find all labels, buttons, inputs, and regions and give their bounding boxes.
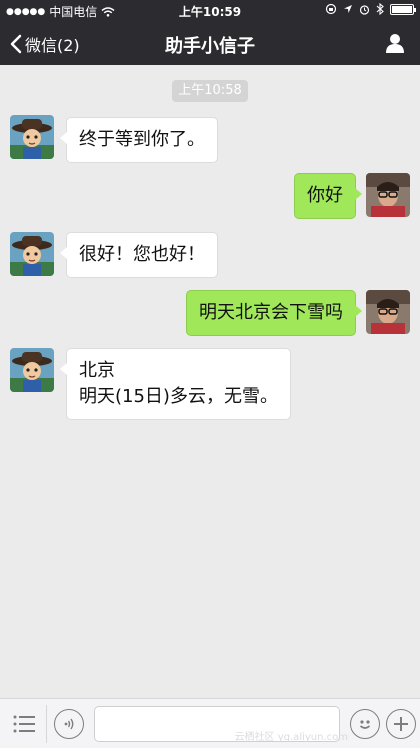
status-bar: ●●●●● 中国电信 上午10:59 <box>0 0 420 22</box>
list-menu-icon <box>13 715 35 733</box>
orientation-lock-icon <box>325 3 337 15</box>
divider <box>46 705 47 743</box>
bot-avatar[interactable] <box>10 348 54 392</box>
my-avatar[interactable] <box>366 290 410 334</box>
my-avatar[interactable] <box>366 173 410 217</box>
navigation-bar: 微信(2) 助手小信子 <box>0 22 420 65</box>
add-attachment-button[interactable] <box>386 709 416 739</box>
bluetooth-icon <box>376 3 384 15</box>
plus-icon <box>394 717 408 731</box>
menu-toggle-button[interactable] <box>12 713 36 735</box>
page-title: 助手小信子 <box>165 36 255 57</box>
emoji-icon <box>359 720 371 729</box>
input-bar <box>0 698 420 748</box>
outgoing-message-bubble[interactable]: 你好 <box>294 173 362 219</box>
incoming-message-bubble[interactable]: 终于等到你了。 <box>60 117 218 163</box>
bot-avatar[interactable] <box>10 115 54 159</box>
message-timestamp: 上午10:58 <box>172 80 248 102</box>
watermark-text: 云栖社区 yq.aliyun.com <box>234 732 348 743</box>
person-icon <box>386 34 404 53</box>
emoji-button[interactable] <box>350 709 380 739</box>
message-text: 很好！您也好！ <box>79 244 205 265</box>
chat-profile-button[interactable] <box>384 32 406 54</box>
chat-area[interactable]: 上午10:58 终于等到你了。 你好 很好！您也好！ 明天北京会下雪吗 北京 明… <box>0 65 420 698</box>
bot-avatar[interactable] <box>10 232 54 276</box>
incoming-message-bubble[interactable]: 很好！您也好！ <box>60 232 218 278</box>
message-text-line: 北京 <box>79 360 115 381</box>
voice-icon <box>64 718 74 730</box>
battery-icon <box>390 3 416 15</box>
location-icon <box>344 5 352 13</box>
message-text: 你好 <box>307 185 343 206</box>
incoming-message-bubble[interactable]: 北京 明天(15日)多云，无雪。 <box>60 348 291 420</box>
message-text: 终于等到你了。 <box>79 129 205 150</box>
message-text-line: 明天(15日)多云，无雪。 <box>79 386 278 407</box>
message-text: 明天北京会下雪吗 <box>199 302 343 323</box>
outgoing-message-bubble[interactable]: 明天北京会下雪吗 <box>186 290 362 336</box>
voice-button[interactable] <box>54 709 84 739</box>
alarm-icon <box>359 4 370 15</box>
